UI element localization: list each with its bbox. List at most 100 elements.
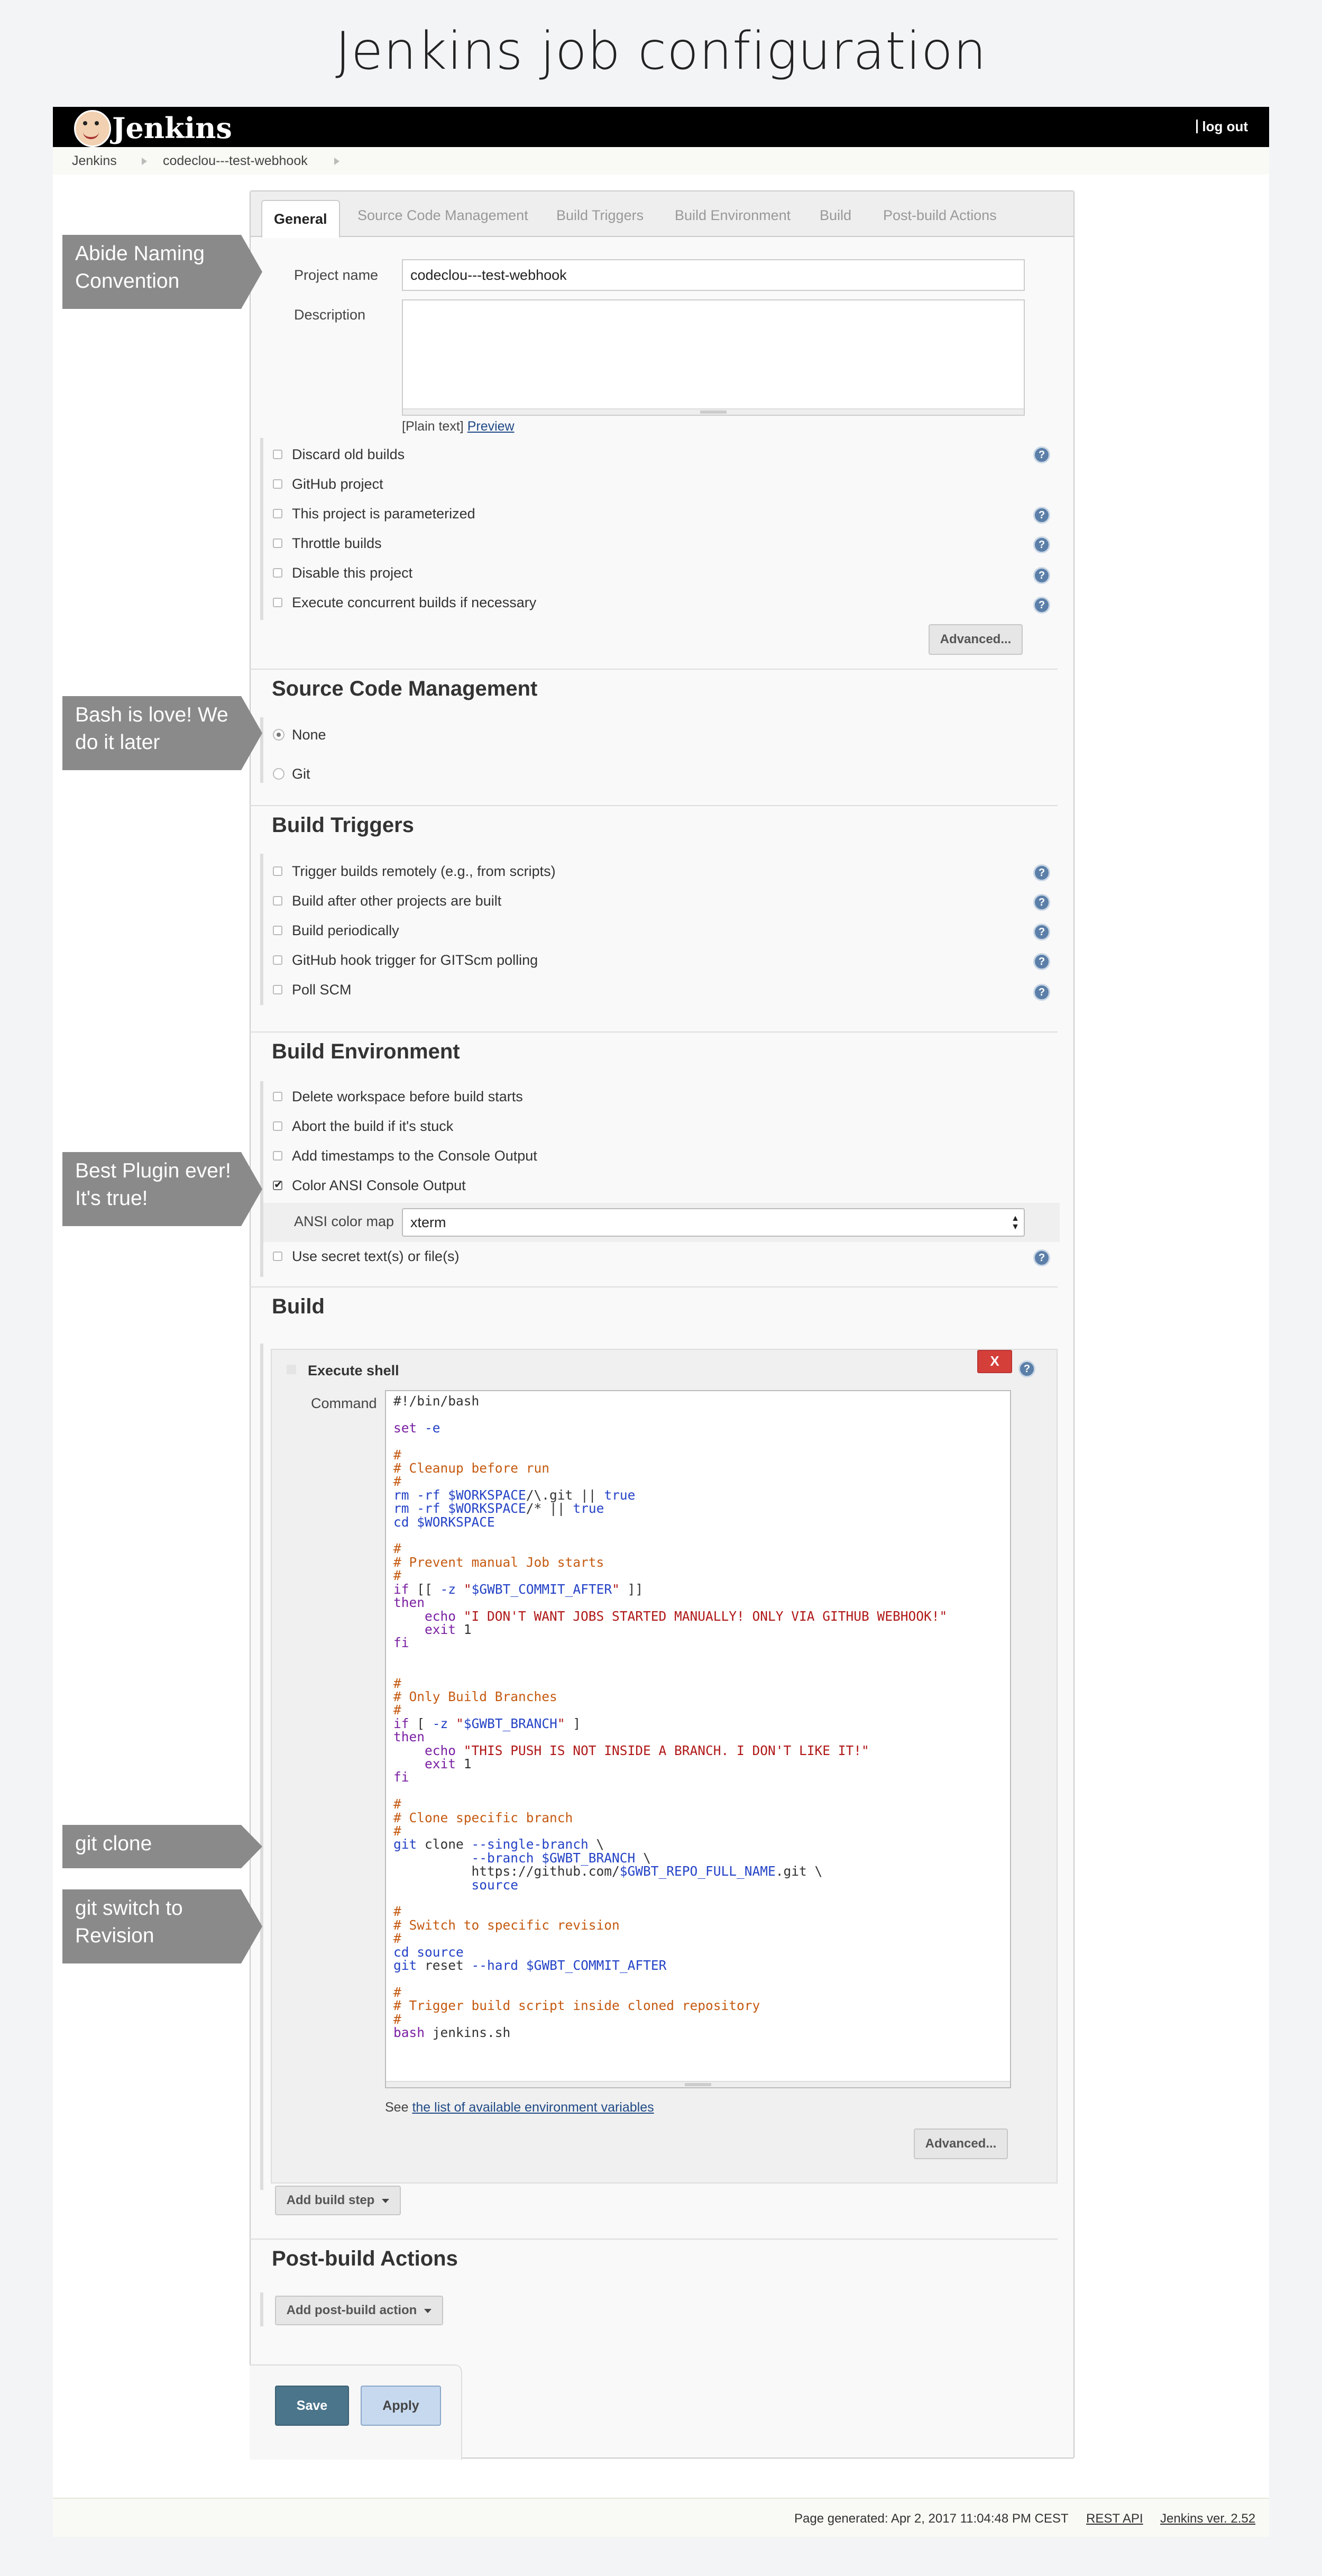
- scm-section-title: Source Code Management: [272, 677, 538, 700]
- concurrent-builds-checkbox[interactable]: [273, 598, 282, 607]
- post-build-title: Post-build Actions: [272, 2247, 458, 2270]
- help-icon[interactable]: ?: [1033, 924, 1050, 940]
- scm-git-label: Git: [292, 766, 310, 782]
- delete-step-button[interactable]: X: [977, 1350, 1012, 1373]
- build-advanced-button[interactable]: Advanced...: [914, 2129, 1008, 2159]
- tab-bar: General Source Code Management Build Tri…: [251, 191, 1073, 238]
- add-post-build-action-button[interactable]: Add post-build action: [275, 2296, 443, 2325]
- section-divider: [250, 1286, 1058, 1287]
- trigger-periodically-checkbox[interactable]: [273, 926, 282, 935]
- secret-text-checkbox[interactable]: [273, 1252, 282, 1261]
- general-advanced-button[interactable]: Advanced...: [929, 624, 1023, 655]
- throttle-builds-label: Throttle builds: [292, 535, 382, 551]
- project-name-label: Project name: [294, 267, 379, 283]
- callout-git-clone: git clone: [62, 1825, 262, 1868]
- jenkins-logo-icon[interactable]: [74, 110, 111, 147]
- help-icon[interactable]: ?: [1033, 953, 1050, 970]
- callout-best-plugin: Best Plugin ever! It's true!: [62, 1152, 262, 1226]
- ansi-color-map-select[interactable]: xterm ▲ ▼: [402, 1208, 1025, 1237]
- timestamps-checkbox[interactable]: [273, 1151, 282, 1161]
- plain-text-note: [Plain text] Preview: [402, 419, 515, 434]
- tab-post-build-actions[interactable]: Post-build Actions: [883, 207, 997, 224]
- preview-link[interactable]: Preview: [467, 419, 515, 434]
- add-build-step-button[interactable]: Add build step: [275, 2186, 401, 2215]
- command-textarea[interactable]: #!/bin/bash set -e # # Cleanup before ru…: [385, 1390, 1011, 2088]
- page-generated-text: Page generated: Apr 2, 2017 11:04:48 PM …: [794, 2511, 1069, 2526]
- logout-link[interactable]: log out: [1196, 118, 1248, 135]
- callout-git-switch-revision: git switch to Revision: [62, 1889, 262, 1963]
- tab-general[interactable]: General: [261, 200, 340, 238]
- help-icon[interactable]: ?: [1033, 894, 1050, 911]
- trigger-github-hook-checkbox[interactable]: [273, 955, 282, 965]
- disable-project-label: Disable this project: [292, 565, 413, 581]
- breadcrumb-job[interactable]: codeclou---test-webhook: [163, 153, 308, 169]
- discard-old-builds-checkbox[interactable]: [273, 450, 282, 459]
- jenkins-logo-text[interactable]: Jenkins: [112, 111, 232, 145]
- trigger-github-hook-label: GitHub hook trigger for GITScm polling: [292, 952, 538, 968]
- github-project-checkbox[interactable]: [273, 479, 282, 489]
- rest-api-link[interactable]: REST API: [1086, 2511, 1143, 2526]
- breadcrumb-separator-icon[interactable]: [334, 158, 339, 165]
- drag-handle-icon[interactable]: [287, 1365, 296, 1374]
- execute-shell-title: Execute shell: [308, 1363, 399, 1378]
- save-button[interactable]: Save: [275, 2386, 349, 2426]
- help-icon[interactable]: ?: [1033, 864, 1050, 881]
- apply-button[interactable]: Apply: [361, 2386, 441, 2426]
- color-ansi-checkbox[interactable]: [273, 1178, 283, 1191]
- tab-build-environment[interactable]: Build Environment: [675, 207, 791, 224]
- delete-workspace-checkbox[interactable]: [273, 1092, 282, 1101]
- build-group-bar: [260, 1344, 263, 2190]
- help-icon[interactable]: ?: [1033, 507, 1050, 524]
- tab-build-triggers[interactable]: Build Triggers: [556, 207, 644, 224]
- scm-git-radio[interactable]: [273, 768, 284, 780]
- jenkins-version-link[interactable]: Jenkins ver. 2.52: [1160, 2511, 1255, 2526]
- code-resize-handle[interactable]: [386, 2081, 1010, 2087]
- help-icon[interactable]: ?: [1033, 597, 1050, 614]
- throttle-builds-checkbox[interactable]: [273, 538, 282, 548]
- color-ansi-label: Color ANSI Console Output: [292, 1177, 466, 1193]
- dropdown-caret-icon: [424, 2309, 432, 2313]
- timestamps-label: Add timestamps to the Console Output: [292, 1148, 537, 1164]
- add-build-step-label: Add build step: [286, 2193, 375, 2207]
- description-textarea[interactable]: [402, 299, 1025, 416]
- trigger-periodically-label: Build periodically: [292, 922, 399, 938]
- help-icon[interactable]: ?: [1033, 536, 1050, 553]
- add-post-build-action-label: Add post-build action: [286, 2303, 417, 2317]
- trigger-poll-scm-label: Poll SCM: [292, 982, 352, 998]
- tab-build[interactable]: Build: [820, 207, 851, 224]
- help-icon[interactable]: ?: [1033, 446, 1050, 463]
- breadcrumb-separator-icon[interactable]: [142, 158, 147, 165]
- parameterized-checkbox[interactable]: [273, 509, 282, 518]
- trigger-remote-label: Trigger builds remotely (e.g., from scri…: [292, 863, 556, 879]
- parameterized-label: This project is parameterized: [292, 506, 475, 522]
- scm-none-radio[interactable]: [273, 729, 284, 741]
- project-name-input[interactable]: [402, 259, 1025, 291]
- options-group-bar: [260, 438, 263, 620]
- breadcrumb-jenkins[interactable]: Jenkins: [72, 153, 117, 169]
- select-arrows-icon: ▲ ▼: [1011, 1214, 1020, 1231]
- textarea-resize-handle[interactable]: [403, 408, 1024, 415]
- trigger-remote-checkbox[interactable]: [273, 866, 282, 876]
- help-icon[interactable]: ?: [1033, 1249, 1050, 1266]
- callout-naming-convention: Abide Naming Convention: [62, 235, 262, 309]
- tab-source-code-management[interactable]: Source Code Management: [357, 207, 528, 224]
- scm-none-label: None: [292, 727, 326, 743]
- delete-workspace-label: Delete workspace before build starts: [292, 1089, 523, 1104]
- disable-project-checkbox[interactable]: [273, 568, 282, 578]
- description-label: Description: [294, 307, 366, 323]
- abort-stuck-checkbox[interactable]: [273, 1121, 282, 1131]
- callout-bash-is-love: Bash is love! We do it later: [62, 696, 262, 770]
- ansi-color-map-value: xterm: [410, 1214, 446, 1230]
- help-icon[interactable]: ?: [1033, 984, 1050, 1001]
- shell-command-code: #!/bin/bash set -e # # Cleanup before ru…: [393, 1393, 948, 2041]
- env-vars-link[interactable]: the list of available environment variab…: [412, 2100, 654, 2115]
- trigger-poll-scm-checkbox[interactable]: [273, 985, 282, 994]
- post-build-group-bar: [260, 2292, 263, 2326]
- dropdown-caret-icon: [382, 2199, 390, 2203]
- section-divider: [250, 805, 1058, 806]
- concurrent-builds-label: Execute concurrent builds if necessary: [292, 595, 537, 610]
- help-icon[interactable]: ?: [1018, 1360, 1035, 1377]
- command-label: Command: [311, 1395, 377, 1411]
- trigger-after-other-checkbox[interactable]: [273, 896, 282, 906]
- help-icon[interactable]: ?: [1033, 567, 1050, 584]
